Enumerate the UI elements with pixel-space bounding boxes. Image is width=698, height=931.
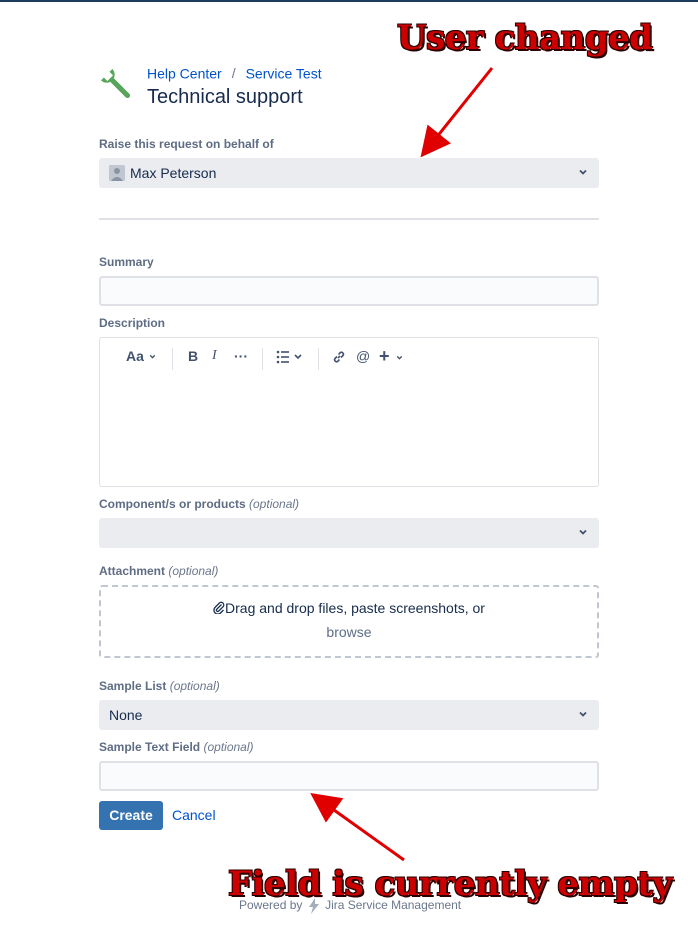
toolbar-divider: [318, 348, 319, 370]
on-behalf-select[interactable]: Max Peterson: [99, 158, 599, 188]
annotation-arrow-top: [420, 67, 494, 158]
bold-button[interactable]: B: [188, 348, 198, 370]
toolbar-divider: [262, 348, 263, 370]
link-icon: [333, 351, 345, 363]
paperclip-icon: [213, 601, 225, 615]
components-select[interactable]: [99, 518, 599, 548]
breadcrumb-help-center[interactable]: Help Center: [147, 65, 222, 81]
breadcrumb-service-test[interactable]: Service Test: [246, 65, 322, 81]
italic-button[interactable]: I: [212, 348, 217, 370]
description-label: Description: [99, 316, 166, 330]
create-button[interactable]: Create: [99, 801, 163, 830]
chevron-down-icon: [579, 169, 587, 175]
attachment-label: Attachment (optional): [99, 564, 219, 578]
on-behalf-value: Max Peterson: [130, 165, 217, 181]
link-button[interactable]: [332, 350, 346, 372]
sample-list-value: None: [109, 707, 143, 723]
user-avatar-icon: [109, 165, 125, 181]
sample-list-select[interactable]: None: [99, 700, 599, 730]
text-style-button[interactable]: Aa: [126, 348, 157, 370]
breadcrumb: Help Center / Service Test: [147, 64, 322, 81]
chevron-down-icon: [579, 711, 587, 717]
toolbar-divider: [172, 348, 173, 370]
wrench-icon: [98, 66, 138, 106]
list-button[interactable]: [276, 350, 304, 372]
on-behalf-label: Raise this request on behalf of: [99, 137, 274, 151]
browse-link[interactable]: browse: [101, 624, 597, 640]
attachment-dropzone[interactable]: Drag and drop files, paste screenshots, …: [99, 585, 599, 658]
sample-list-label: Sample List (optional): [99, 679, 220, 693]
description-editor[interactable]: Aa B I ··· @ +: [99, 337, 599, 487]
page-title: Technical support: [147, 86, 303, 108]
insert-button[interactable]: +: [379, 346, 404, 368]
components-label: Component/s or products (optional): [99, 497, 300, 511]
top-bar: [0, 0, 698, 2]
chevron-down-icon: [396, 355, 402, 360]
sample-text-label: Sample Text Field (optional): [99, 740, 254, 754]
chevron-down-icon: [579, 529, 587, 535]
list-icon: [276, 350, 302, 364]
section-divider: [99, 218, 599, 220]
summary-input[interactable]: [99, 276, 599, 306]
cancel-button[interactable]: Cancel: [172, 807, 216, 823]
annotation-field-empty: Field is currently empty: [228, 864, 672, 904]
more-formatting-button[interactable]: ···: [234, 348, 248, 370]
sample-text-input[interactable]: [99, 761, 599, 791]
summary-label: Summary: [99, 255, 154, 269]
chevron-down-icon: [149, 354, 156, 359]
mention-button[interactable]: @: [356, 348, 370, 370]
breadcrumb-separator: /: [231, 65, 236, 82]
attachment-drop-text: Drag and drop files, paste screenshots, …: [101, 600, 597, 616]
annotation-arrow-bottom: [310, 793, 405, 862]
annotation-user-changed: User changed: [397, 18, 653, 58]
